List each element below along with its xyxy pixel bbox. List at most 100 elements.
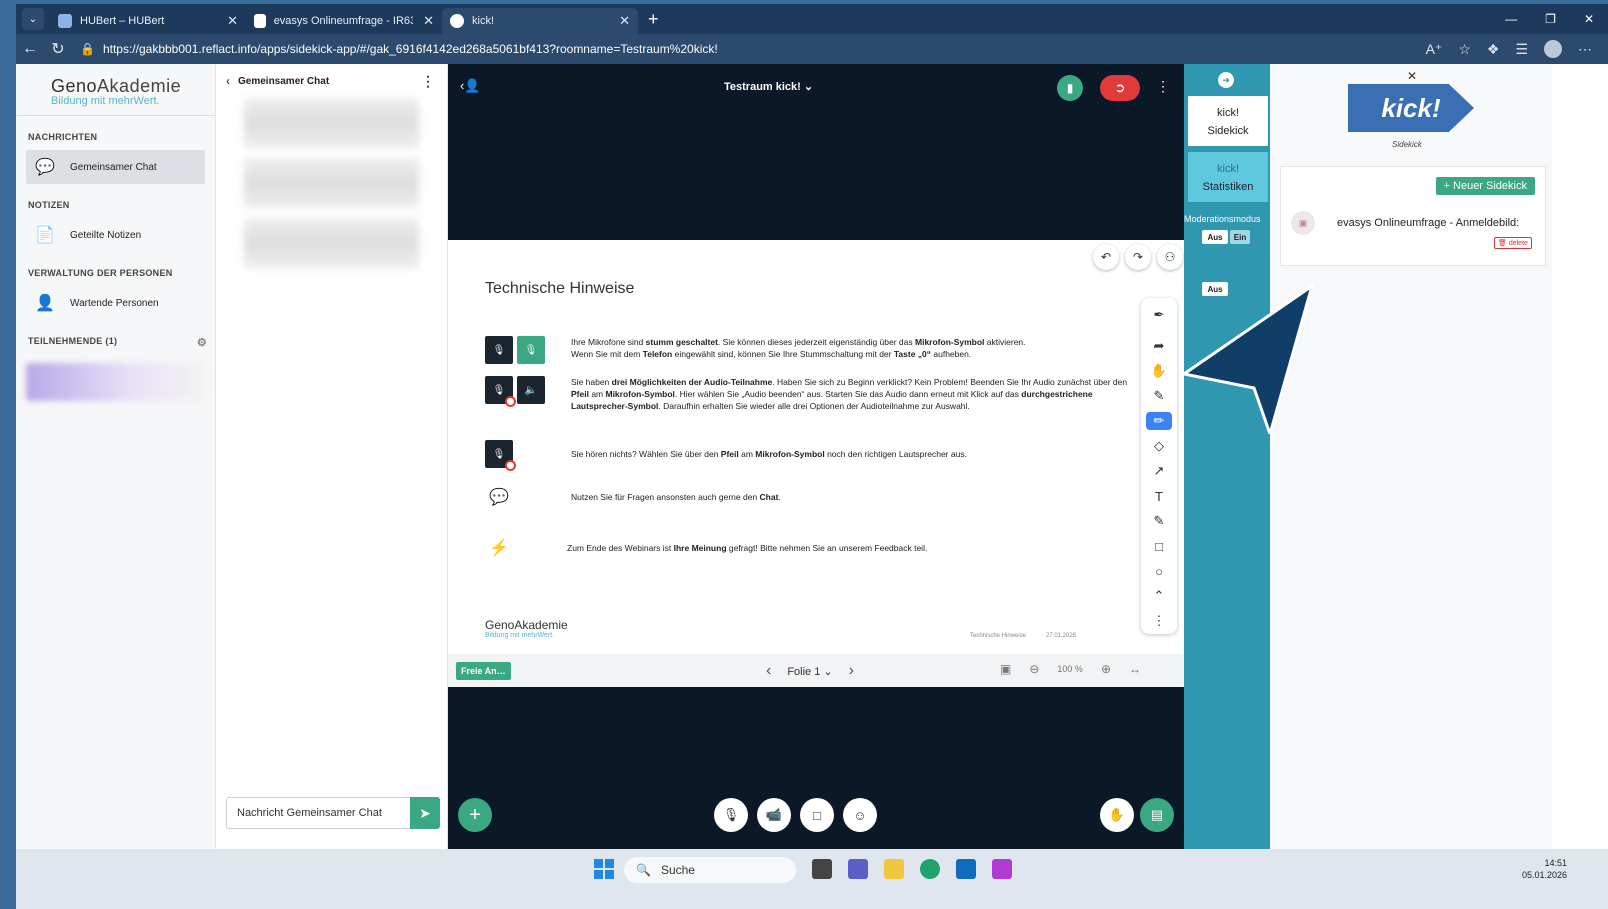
leave-button[interactable]: ➲	[1100, 75, 1140, 101]
rectangle-icon[interactable]: □	[1146, 537, 1172, 555]
pointer-icon[interactable]: ➦	[1146, 337, 1172, 355]
clock-date: 05.01.2026	[1522, 870, 1568, 880]
new-tab-button[interactable]: +	[648, 9, 659, 30]
footer-logo-b: Akademie	[514, 618, 568, 632]
fit-icon[interactable]: ▣	[1000, 662, 1011, 676]
section-header-notes: NOTIZEN	[16, 184, 215, 218]
more-vertical-icon[interactable]: ⋮	[1156, 78, 1170, 95]
pencil-icon[interactable]: ✏	[1146, 412, 1172, 430]
stage-footer: + 🎙 📹 □ ☺ ✋ ▤	[448, 798, 1184, 840]
circle-icon[interactable]: ○	[1146, 562, 1172, 580]
pen-brand-icon[interactable]: ✒	[1146, 306, 1172, 324]
mic-icon[interactable]: 🎙	[714, 798, 748, 832]
nav-item-common-chat[interactable]: 💬 Gemeinsamer Chat	[26, 150, 205, 184]
back-icon[interactable]: ←	[16, 40, 44, 58]
reload-icon[interactable]: ↻	[44, 39, 72, 59]
explorer-icon[interactable]	[884, 859, 904, 879]
chat-panel: ‹ Gemeinsamer Chat ⋮ Nachricht Gemeinsam…	[216, 64, 448, 849]
chevron-left-icon[interactable]: ‹	[766, 662, 771, 680]
tab-kick-sidekick[interactable]: kick! Sidekick	[1188, 96, 1268, 146]
close-icon[interactable]: ✕	[1407, 69, 1417, 83]
tab-actions-button[interactable]: ⌄	[22, 8, 44, 30]
task-view-icon[interactable]	[812, 859, 832, 879]
arrow-right-icon[interactable]: ➜	[1218, 72, 1234, 88]
raise-hand-icon[interactable]: ✋	[1100, 798, 1134, 832]
more-vertical-icon[interactable]: ⋮	[421, 73, 435, 90]
hand-icon[interactable]: ✋	[1146, 362, 1172, 380]
connection-status-icon[interactable]: ▮	[1057, 75, 1083, 101]
moderation-off-toggle[interactable]: Aus	[1202, 230, 1228, 244]
slide-meta-title: Technische Hinweise	[970, 633, 1027, 639]
person-icon: 👤	[35, 295, 55, 312]
taskbar-search[interactable]: 🔍 Suche	[624, 857, 796, 883]
profile-icon[interactable]	[1544, 40, 1562, 58]
taskbar-clock[interactable]: 14:51 05.01.2026	[1522, 857, 1567, 881]
outlook-icon[interactable]	[956, 859, 976, 879]
tab-kick-statistics[interactable]: kick! Statistiken	[1188, 152, 1268, 202]
multi-user-icon[interactable]: ⚇	[1157, 244, 1183, 270]
slide-row: 💬 Nutzen Sie für Fragen ansonsten auch g…	[485, 483, 1141, 511]
text-icon[interactable]: T	[1146, 487, 1172, 505]
more-vertical-icon[interactable]: ⋮	[1146, 612, 1172, 630]
tab-kick[interactable]: kick! ✕	[442, 8, 638, 34]
participant-item[interactable]	[26, 363, 205, 401]
lightning-icon: ⚡	[489, 540, 509, 557]
minimize-icon[interactable]: —	[1505, 12, 1517, 26]
extensions-icon[interactable]: ❖	[1487, 41, 1500, 58]
zoom-out-icon[interactable]: ⊖	[1029, 662, 1039, 676]
chat-icon: 💬	[489, 489, 509, 506]
tab-hubert[interactable]: HUBert – HUBert ✕	[50, 8, 246, 34]
undo-icon[interactable]: ↶	[1093, 244, 1119, 270]
star-icon[interactable]: ☆	[1458, 41, 1471, 58]
arrow-icon[interactable]: ↗	[1146, 462, 1172, 480]
presentation-icon[interactable]: ▤	[1140, 798, 1174, 832]
onenote-icon[interactable]	[992, 859, 1012, 879]
close-icon[interactable]: ✕	[217, 13, 238, 29]
close-window-icon[interactable]: ✕	[1584, 12, 1594, 26]
add-button[interactable]: +	[458, 798, 492, 832]
sidekick-sidebar: ➜ kick! Sidekick kick! Statistiken Moder…	[1184, 64, 1270, 849]
fit-width-icon[interactable]: ↔	[1129, 662, 1141, 676]
whiteboard-top-actions: ↶ ↷ ⚇	[1093, 244, 1183, 270]
note-icon[interactable]: ✎	[1146, 512, 1172, 530]
user-toggle-icon[interactable]: ‹👤	[460, 78, 481, 94]
chevron-up-icon[interactable]: ⌃	[1146, 587, 1172, 605]
read-aloud-icon[interactable]: A⁺	[1426, 41, 1443, 58]
sidekick-item[interactable]: ▣ evasys Onlineumfrage - Anmeldebild:	[1291, 211, 1519, 235]
chevron-left-icon[interactable]: ‹	[226, 74, 230, 88]
favorites-icon[interactable]: ☰	[1515, 41, 1528, 58]
redo-icon[interactable]: ↷	[1125, 244, 1151, 270]
new-sidekick-button[interactable]: + Neuer Sidekick	[1435, 177, 1535, 195]
tab-evasys[interactable]: evasys Onlineumfrage - IR630072 ✕	[246, 8, 442, 34]
zoom-in-icon[interactable]: ⊕	[1101, 662, 1111, 676]
chat-input[interactable]: Nachricht Gemeinsamer Chat ➤	[226, 797, 440, 829]
sidekick-panel: ✕ kick! Sidekick + Neuer Sidekick ▣ evas…	[1270, 64, 1552, 849]
gear-icon[interactable]: ⚙	[197, 336, 207, 349]
windows-start-icon[interactable]	[594, 859, 614, 879]
chevron-right-icon[interactable]: ›	[849, 662, 854, 680]
moderation-on-toggle[interactable]: Ein	[1230, 230, 1250, 244]
nav-item-shared-notes[interactable]: 📄 Geteilte Notizen	[26, 218, 205, 252]
slide-row-text: Nutzen Sie für Fragen ansonsten auch ger…	[571, 492, 781, 502]
slide-row: 🎙 🎙 Ihre Mikrofone sind stumm geschaltet.…	[485, 336, 1141, 364]
delete-button[interactable]: 🗑 delete	[1494, 237, 1532, 249]
emoji-icon[interactable]: ☺	[843, 798, 877, 832]
close-icon[interactable]: ✕	[609, 13, 630, 29]
room-selector[interactable]: Testraum kick! ⌄	[724, 80, 813, 93]
send-button[interactable]: ➤	[410, 797, 440, 829]
notes-icon: 📄	[35, 227, 55, 244]
restore-icon[interactable]: ❐	[1545, 12, 1556, 26]
tab-label: evasys Onlineumfrage - IR630072	[273, 15, 414, 27]
eraser-icon[interactable]: ◇	[1146, 437, 1172, 455]
nav-item-waiting-people[interactable]: 👤 Wartende Personen	[26, 286, 205, 320]
marker-icon[interactable]: ✎	[1146, 387, 1172, 405]
page-selector[interactable]: Folie 1 ⌄	[787, 665, 832, 678]
teams-icon[interactable]	[848, 859, 868, 879]
screen-share-icon[interactable]: □	[800, 798, 834, 832]
camera-icon[interactable]: 📹	[757, 798, 791, 832]
edge-icon[interactable]	[920, 859, 940, 879]
url-field[interactable]: 🔒 https://gakbbb001.reflact.info/apps/si…	[80, 42, 718, 56]
more-icon[interactable]: ⋯	[1578, 41, 1592, 58]
freie-ansicht-button[interactable]: Freie An…	[456, 661, 511, 680]
close-icon[interactable]: ✕	[413, 13, 434, 29]
